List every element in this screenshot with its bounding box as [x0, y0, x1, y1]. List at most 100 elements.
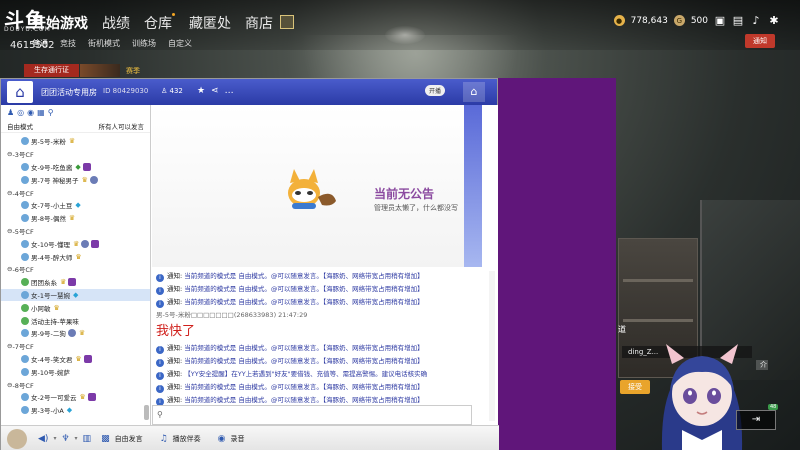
- user-row[interactable]: 男-9号-二狗 ♛: [1, 327, 150, 340]
- free-talk-icon[interactable]: ▩: [101, 434, 110, 444]
- crown-icon: ♛: [72, 239, 80, 248]
- nav-hideout[interactable]: 藏匿处: [189, 13, 231, 33]
- notice-message: i通知: 当前频道的模式是 自由模式。@可以随意发言。【海豚奶、网络带宽占用稍有…: [156, 381, 478, 394]
- tree-label: 女-10号-懂理: [31, 240, 70, 249]
- filter-icon[interactable]: ▦: [37, 108, 45, 117]
- stream-label: 道: [618, 325, 626, 334]
- search-icon[interactable]: ⚲: [48, 108, 54, 117]
- channel-tree-pane: ♟ ◎ ◉ ▦ ⚲ 自由模式 所有人可以发言 男-5号-米粉 ♛ ⊖ -3号CF 女-…: [1, 105, 151, 425]
- notice-text: 当前频道的模式是 自由模式。@可以随意发言。【海豚奶、网络带宽占用稍有增加】: [184, 344, 424, 352]
- subnav-ranked[interactable]: 竞技: [60, 38, 76, 49]
- channel-id: ID 80429030: [103, 87, 149, 95]
- notice-text: 当前频道的模式是 自由模式。@可以随意发言。【海豚奶、网络带宽占用稍有增加】: [184, 272, 424, 280]
- open-stream-button[interactable]: 开播: [425, 85, 446, 96]
- microphone-icon[interactable]: ♆: [61, 434, 69, 444]
- tree-label: 男-5号-米粉: [31, 138, 66, 147]
- header-tools: ★⋖…: [197, 86, 240, 96]
- user-row[interactable]: 男-7号 神秘男子 ♛: [1, 173, 150, 186]
- nav-start-game[interactable]: 开始游戏: [32, 13, 88, 33]
- chat-pane: 当前无公告 管理员太懒了，什么都没写 i 通知: 当前频道的模式是 自由模式。@可…: [152, 105, 498, 425]
- record-button[interactable]: 录音: [231, 434, 245, 444]
- crown-icon: ♛: [78, 329, 86, 338]
- chat-input[interactable]: ⚲: [152, 405, 472, 425]
- mail-icon[interactable]: ▣: [714, 14, 726, 27]
- channel-tree: 男-5号-米粉 ♛ ⊖ -3号CF 女-9号-吃鱼酱 ◆ 男-7号 神秘男子 ♛ ⊖ -4号C…: [1, 133, 150, 419]
- notice-button[interactable]: 通知: [745, 34, 775, 48]
- play-music-button[interactable]: 播放伴奏: [173, 434, 201, 444]
- season-pass-label[interactable]: 生存通行证: [24, 64, 79, 77]
- subnav-training[interactable]: 训练场: [132, 38, 156, 49]
- speaker-dropdown-icon[interactable]: ▾: [53, 435, 56, 442]
- channel-home-icon[interactable]: ⌂: [463, 82, 485, 102]
- vip-badge-icon: [81, 239, 90, 248]
- user-row[interactable]: 女-10号-懂理 ♛: [1, 237, 150, 250]
- notice-label: 通知:: [167, 383, 183, 391]
- tree-label: 女-7号-小土豆: [31, 202, 73, 211]
- crown-icon: ♛: [60, 278, 67, 287]
- channel-row[interactable]: ⊖ -6号CF: [1, 263, 150, 276]
- user-icon: [21, 252, 29, 261]
- user-row[interactable]: 男-10号-婉萨: [1, 365, 150, 378]
- user-row[interactable]: 男-4号-醉大师 ♛: [1, 250, 150, 263]
- user-icon[interactable]: ♟: [7, 108, 14, 117]
- record-icon[interactable]: ◉: [218, 434, 226, 444]
- channel-row[interactable]: ⊖ -5号CF: [1, 225, 150, 238]
- subnav-normal[interactable]: 普通: [32, 38, 48, 49]
- user-row[interactable]: 女-4号-笑文君 ♛: [1, 353, 150, 366]
- season-pass-icon[interactable]: [280, 15, 294, 29]
- info-icon: i: [156, 346, 164, 354]
- bell-icon[interactable]: ♪: [750, 14, 762, 27]
- user-row[interactable]: 团团糸糸 ♛: [1, 276, 150, 289]
- yy-bottom-bar: ◀) ▾ ♆ ▾ ▥ ▩ 自由发言 ♫ 播放伴奏 ◉ 录音: [1, 425, 499, 450]
- user-icon: [21, 239, 29, 248]
- yy-home-icon[interactable]: ⌂: [7, 81, 33, 103]
- list-icon[interactable]: ◉: [27, 108, 34, 117]
- notice-label: 通知:: [167, 396, 183, 404]
- share-icon[interactable]: ⋖: [211, 86, 225, 96]
- yy-header: ⌂ 团团活动专用房 ID 80429030 ♙ 432 ★⋖… 开播 ⌂: [1, 79, 497, 105]
- notice-text: 当前频道的模式是 自由模式。@可以随意发言。【海豚奶、网络带宽占用稍有增加】: [184, 285, 424, 293]
- user-message: 我快了: [156, 324, 196, 339]
- user-row[interactable]: 男-8号-偶然 ♛: [1, 212, 150, 225]
- user-row[interactable]: 小阿敏 ♛: [1, 301, 150, 314]
- chat-scrollbar[interactable]: [489, 271, 495, 421]
- tree-scrollbar[interactable]: [144, 405, 149, 420]
- nav-warehouse[interactable]: 仓库: [144, 13, 175, 33]
- equalizer-icon[interactable]: ▥: [83, 434, 92, 444]
- nav-stats[interactable]: 战绩: [102, 13, 130, 33]
- subnav-arcade[interactable]: 街机模式: [88, 38, 120, 49]
- user-row[interactable]: 男-3号-小A ◆: [1, 404, 150, 417]
- friends-icon[interactable]: ▤: [732, 14, 744, 27]
- subnav-custom[interactable]: 自定义: [168, 38, 192, 49]
- channel-row[interactable]: ⊖ -7号CF: [1, 340, 150, 353]
- nav-shop[interactable]: 商店: [245, 13, 273, 33]
- user-row[interactable]: 女-1号一慧婉 ◆: [1, 288, 150, 302]
- purple-badge-icon: [91, 239, 100, 248]
- user-row[interactable]: 活动主持-苹果味: [1, 314, 150, 327]
- tree-label: 团团糸糸: [31, 279, 57, 288]
- tree-label: -4号CF: [12, 189, 34, 198]
- mode-label[interactable]: 自由模式: [7, 121, 33, 131]
- avatar[interactable]: [7, 428, 27, 449]
- notice-label: 通知:: [167, 272, 183, 280]
- globe-icon[interactable]: ◎: [17, 108, 24, 117]
- exit-door-icon[interactable]: ⇥: [736, 410, 776, 430]
- tree-label: -7号CF: [12, 343, 34, 352]
- user-row[interactable]: 女-2号一可爱云 ♛: [1, 391, 150, 404]
- mic-dropdown-icon[interactable]: ▾: [75, 435, 78, 442]
- free-talk-button[interactable]: 自由发言: [115, 434, 143, 444]
- user-row[interactable]: 女-9号-吃鱼酱 ◆: [1, 161, 150, 174]
- star-icon[interactable]: ★: [197, 86, 211, 96]
- channel-row[interactable]: ⊖ -3号CF: [1, 148, 150, 161]
- announcement-banner: 当前无公告 管理员太懒了，什么都没写: [152, 105, 482, 267]
- user-row[interactable]: 女-7号-小土豆 ◆: [1, 199, 150, 212]
- user-row[interactable]: 男-5号-米粉 ♛: [1, 135, 150, 148]
- more-icon[interactable]: …: [225, 86, 240, 96]
- speaker-icon[interactable]: ◀): [38, 434, 48, 444]
- channel-row[interactable]: ⊖ -8号CF: [1, 378, 150, 391]
- crown-icon: ♛: [68, 137, 76, 146]
- notice-message: i通知: 当前频道的模式是 自由模式。@可以随意发言。【海豚奶、网络带宽占用稍有…: [156, 270, 478, 283]
- gear-icon[interactable]: ✱: [768, 14, 780, 27]
- music-icon[interactable]: ♫: [160, 434, 168, 444]
- channel-row[interactable]: ⊖ -4号CF: [1, 186, 150, 199]
